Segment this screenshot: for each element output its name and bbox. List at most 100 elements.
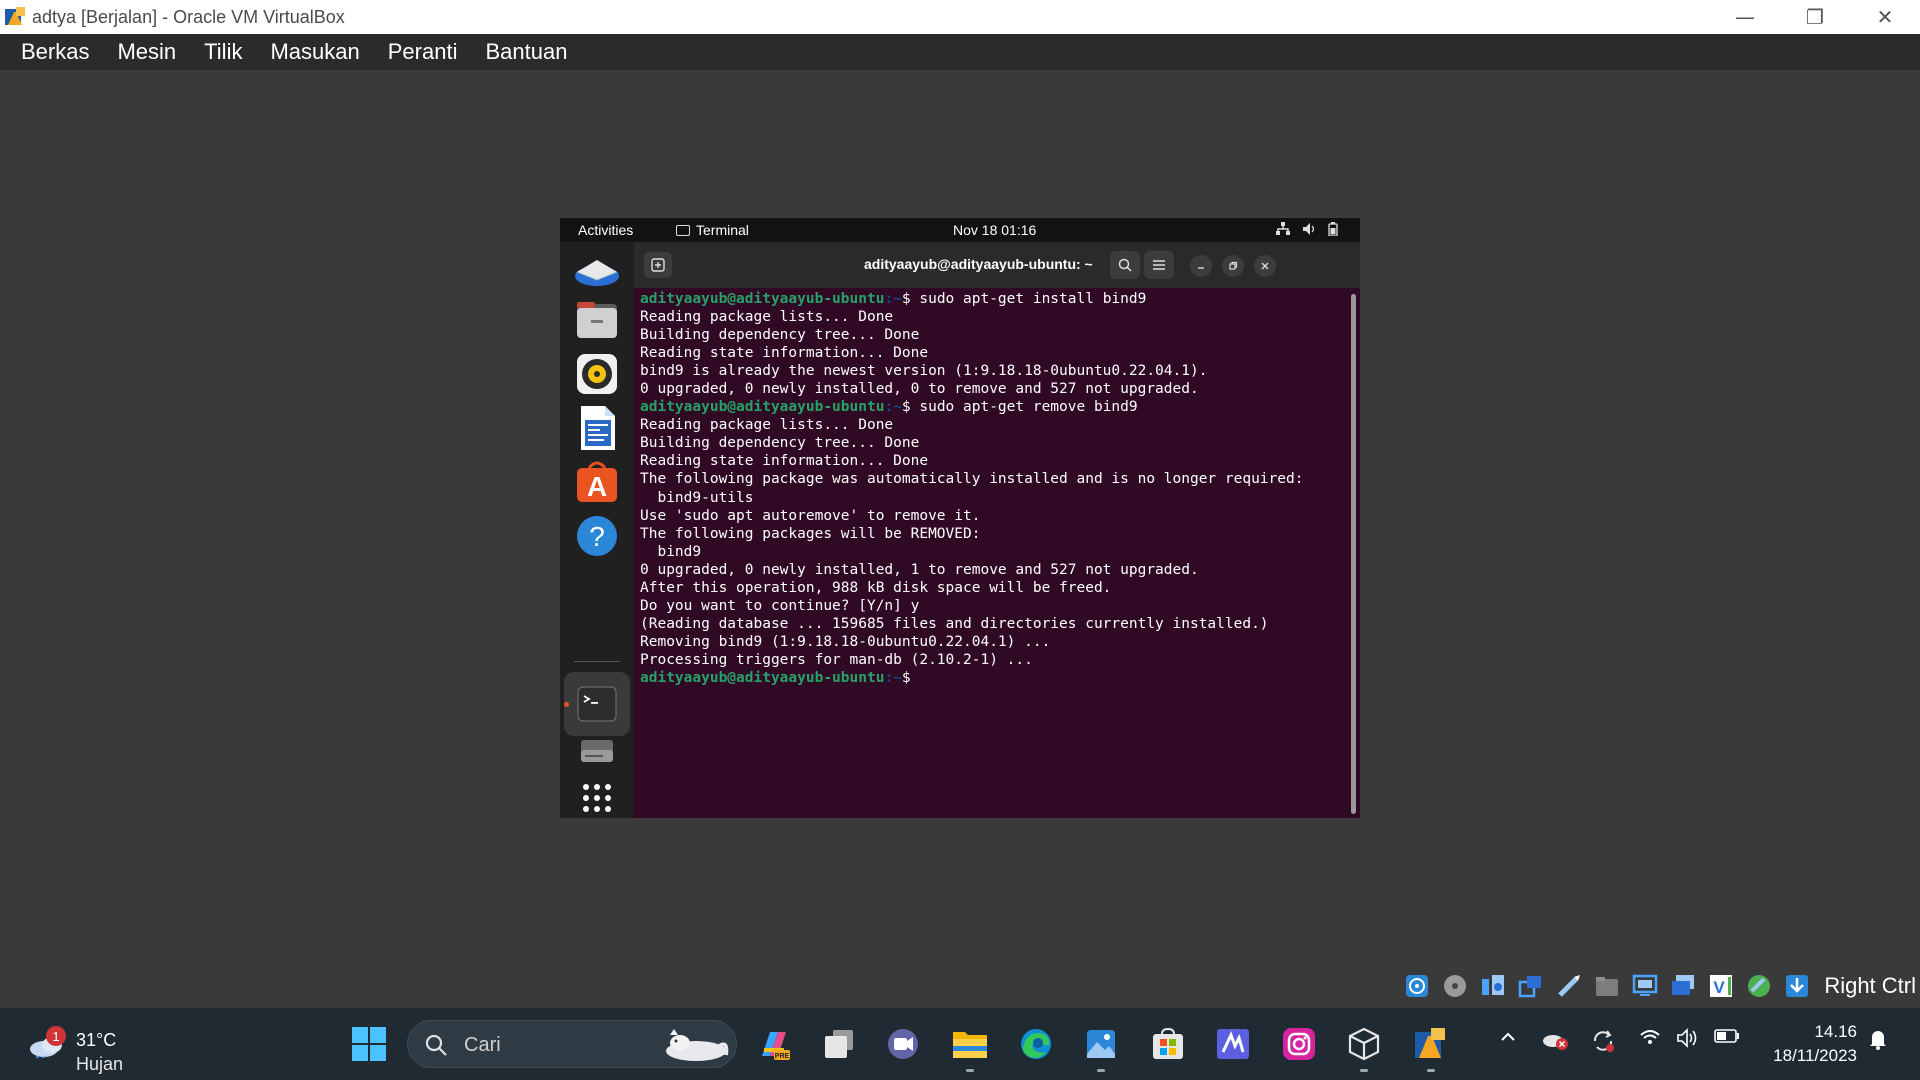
running-indicator (966, 1069, 974, 1072)
output-text: bind9 (640, 543, 702, 560)
terminal-line: (Reading database ... 159685 files and d… (640, 615, 1303, 633)
store-app[interactable] (1146, 1022, 1190, 1066)
terminal-restore-button[interactable] (1222, 255, 1244, 277)
prompt-user: adityaayub@adityaayub-ubuntu (640, 291, 885, 307)
volume-status[interactable] (1674, 1028, 1702, 1048)
terminal-line: bind9-utils (640, 489, 1303, 507)
battery-status[interactable] (1712, 1028, 1742, 1044)
chevron-up-icon (1501, 1032, 1515, 1041)
terminal-line: Use 'sudo apt autoremove' to remove it. (640, 507, 1303, 525)
recording-icon[interactable] (1668, 972, 1698, 1000)
terminal-menu-button[interactable] (1144, 251, 1174, 279)
weather-widget[interactable]: 1 31°C Hujan (26, 1020, 146, 1074)
terminal-line: The following packages will be REMOVED: (640, 525, 1303, 543)
instagram-app[interactable] (1277, 1022, 1321, 1066)
notifications-button[interactable] (1864, 1028, 1892, 1050)
wifi-status[interactable] (1636, 1028, 1664, 1046)
system-tray[interactable] (1276, 222, 1338, 236)
window-title: adtya [Berjalan] - Oracle VM VirtualBox (32, 6, 345, 27)
libreoffice-writer-icon[interactable] (573, 404, 621, 452)
mouse-integration-icon[interactable] (1744, 972, 1774, 1000)
terminal-output[interactable]: adityaayub@adityaayub-ubuntu :~ $ sudo apt… (634, 288, 1360, 818)
output-text: 0 upgraded, 0 newly installed, 1 to remo… (640, 561, 1199, 578)
windows-taskbar: 1 31°C Hujan Cari PRE 14.16 18/11/2023 (0, 1008, 1920, 1080)
network-adapter-icon[interactable] (1516, 972, 1546, 1000)
menu-tilik[interactable]: Tilik (193, 39, 253, 65)
terminal-text[interactable]: adityaayub@adityaayub-ubuntu :~ $ sudo apt… (640, 290, 1303, 687)
output-text: (Reading database ... 159685 files and d… (640, 615, 1269, 632)
thunderbird-icon[interactable] (573, 246, 621, 294)
terminal-search-button[interactable] (1110, 251, 1140, 279)
copilot-app[interactable]: PRE (752, 1022, 796, 1066)
instagram-icon (1283, 1028, 1315, 1060)
help-icon[interactable]: ? (573, 512, 621, 560)
terminal-close-button[interactable] (1254, 255, 1276, 277)
keyboard-capture-icon[interactable] (1782, 972, 1812, 1000)
rhythmbox-icon[interactable] (573, 350, 621, 398)
running-indicator (564, 702, 569, 707)
prompt-user: adityaayub@adityaayub-ubuntu (640, 669, 885, 686)
minimize-icon (1198, 267, 1204, 269)
task-view-app[interactable] (817, 1022, 861, 1066)
file-explorer-app[interactable] (948, 1022, 992, 1072)
minimize-button[interactable]: — (1710, 0, 1780, 34)
window-controls: — ❐ ✕ (1710, 0, 1920, 34)
new-tab-icon (651, 258, 665, 272)
battery-icon (1714, 1029, 1739, 1043)
close-button[interactable]: ✕ (1850, 0, 1920, 34)
menu-mesin[interactable]: Mesin (106, 39, 187, 65)
menu-bantuan[interactable]: Bantuan (474, 39, 578, 65)
disk-icon[interactable] (573, 728, 621, 776)
output-text: Building dependency tree... Done (640, 327, 920, 344)
optical-drive-icon[interactable] (1440, 972, 1470, 1000)
app-menu-label: Terminal (696, 222, 749, 238)
onedrive-status[interactable] (1540, 1028, 1570, 1050)
guest-screen[interactable]: Activities Terminal Nov 18 01:16 A ? adi… (560, 218, 1360, 818)
virtualbox-box-app[interactable] (1342, 1022, 1386, 1072)
search-icon (1118, 258, 1132, 272)
meet-app[interactable] (881, 1022, 925, 1066)
menu-masukan[interactable]: Masukan (259, 39, 370, 65)
show-hidden-icons-button[interactable] (1496, 1028, 1520, 1046)
terminal-line: adityaayub@adityaayub-ubuntu:~$ (640, 669, 1303, 687)
display-icon[interactable] (1630, 972, 1660, 1000)
terminal-line: adityaayub@adityaayub-ubuntu:~$ sudo apt… (640, 290, 1303, 308)
app-center-icon[interactable]: A (573, 458, 621, 506)
terminal-scrollbar[interactable] (1351, 294, 1356, 814)
output-text: Building dependency tree... Done (640, 435, 920, 452)
menu-berkas[interactable]: Berkas (10, 39, 100, 65)
taskbar-search[interactable]: Cari (407, 1020, 737, 1068)
terminal-line: Do you want to continue? [Y/n] y (640, 597, 1303, 615)
menu-peranti[interactable]: Peranti (377, 39, 469, 65)
terminal-minimize-button[interactable] (1190, 255, 1212, 277)
windows-logo-icon (352, 1027, 386, 1061)
usb-icon[interactable] (1554, 972, 1584, 1000)
taskbar-clock[interactable]: 14.16 18/11/2023 (1757, 1020, 1857, 1068)
show-apps-icon[interactable] (573, 774, 621, 818)
terminal-icon[interactable] (573, 680, 621, 728)
command-text: $ sudo apt-get install bind9 (901, 291, 1147, 307)
hard-disk-icon[interactable] (1402, 972, 1432, 1000)
audio-icon[interactable] (1478, 972, 1508, 1000)
restore-button[interactable]: ❐ (1780, 0, 1850, 34)
terminal-line: 0 upgraded, 0 newly installed, 1 to remo… (640, 561, 1303, 579)
sync-status[interactable] (1588, 1028, 1618, 1054)
files-icon[interactable] (573, 296, 621, 344)
virtualbox-app[interactable] (1409, 1022, 1453, 1072)
activities-button[interactable]: Activities (578, 222, 633, 238)
start-button[interactable] (347, 1022, 391, 1066)
terminal-app-icon (676, 224, 690, 236)
window-titlebar: adtya [Berjalan] - Oracle VM VirtualBox … (0, 0, 1920, 34)
photos-app[interactable] (1079, 1022, 1123, 1072)
app-menu[interactable]: Terminal (676, 222, 749, 238)
edge-app[interactable] (1014, 1022, 1058, 1066)
gnome-clock[interactable]: Nov 18 01:16 (953, 222, 1036, 238)
visual-studio-app[interactable] (1211, 1022, 1255, 1066)
gnome-top-bar: Activities Terminal Nov 18 01:16 (560, 218, 1360, 242)
prompt-path: :~ (884, 399, 902, 416)
shared-folders-icon[interactable] (1592, 972, 1622, 1000)
vt-x-icon[interactable]: V (1706, 972, 1736, 1000)
new-tab-button[interactable] (644, 252, 672, 278)
svg-text:V: V (1714, 978, 1726, 997)
terminal-line: Removing bind9 (1:9.18.18-0ubuntu0.22.04… (640, 633, 1303, 651)
